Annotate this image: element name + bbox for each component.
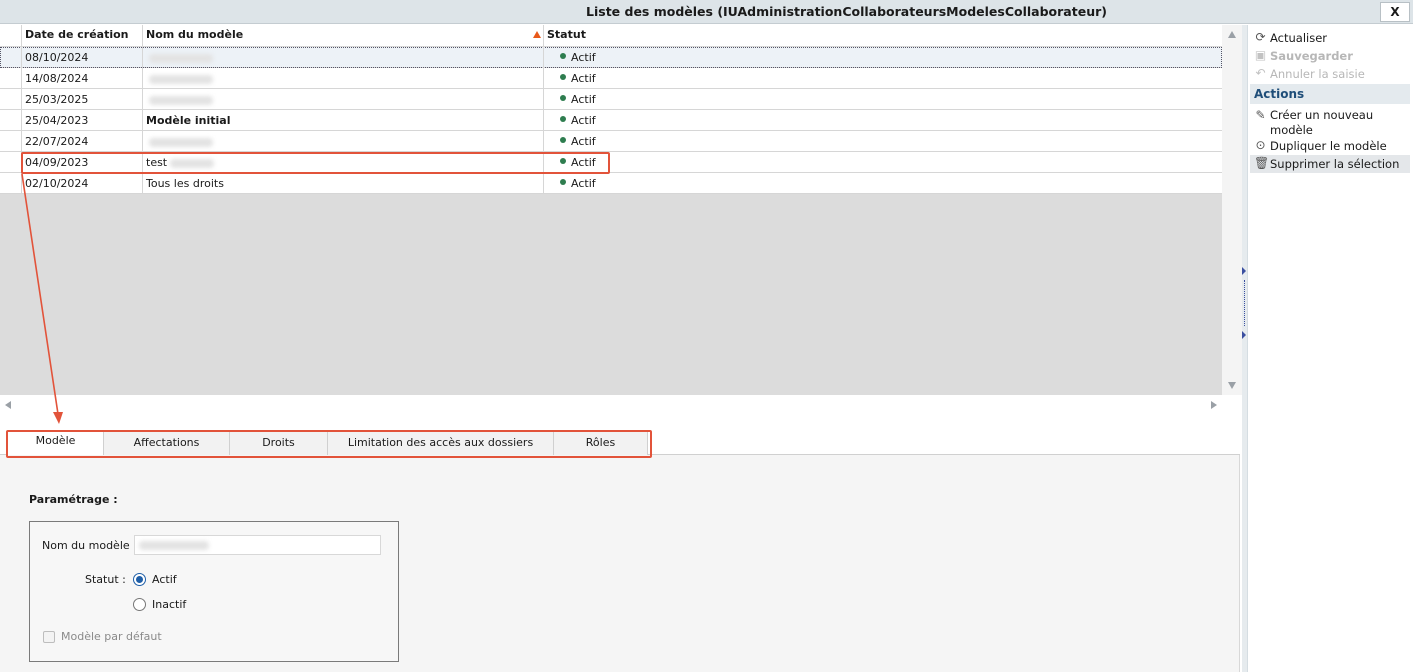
window: { "window": { "title": "Liste des modèle… [0,0,1413,672]
annotation-arrow [21,173,63,424]
